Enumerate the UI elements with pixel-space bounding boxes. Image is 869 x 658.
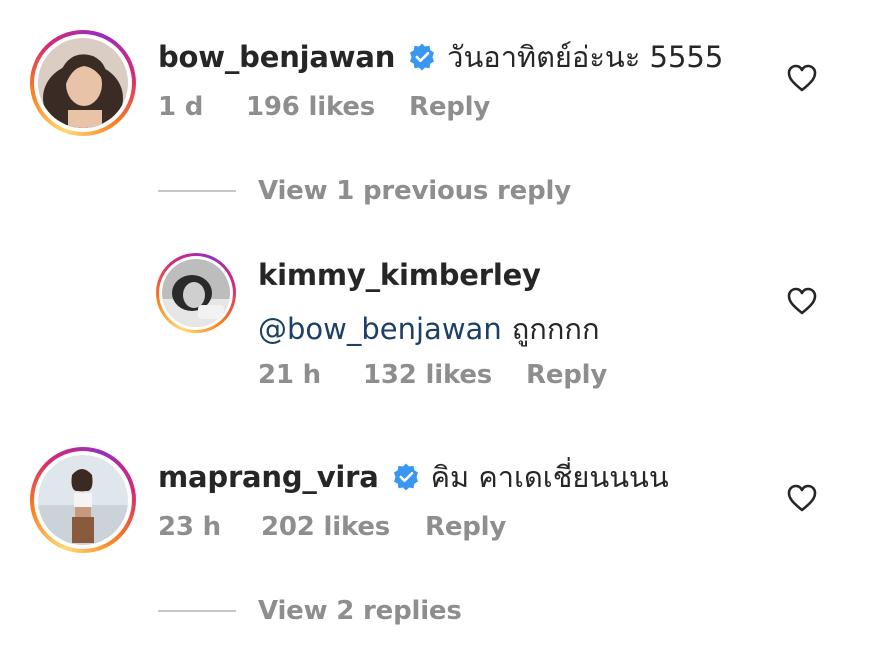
view-replies-label: View 2 replies [258, 596, 462, 626]
view-replies-button[interactable]: View 2 replies [158, 596, 462, 626]
comment-time: 23 h [158, 512, 221, 542]
view-previous-reply-button[interactable]: View 1 previous reply [158, 176, 571, 206]
comment-username[interactable]: maprang_vira [158, 460, 379, 494]
comment-username[interactable]: kimmy_kimberley [258, 258, 541, 292]
divider-line [158, 610, 236, 612]
avatar[interactable] [30, 30, 136, 136]
mention-link[interactable]: @bow_benjawan [258, 312, 502, 346]
likes-count[interactable]: 202 likes [261, 512, 390, 542]
comment-time: 21 h [258, 360, 321, 390]
comment-text: คิม คาเดเชี่ยนนนน [430, 460, 669, 494]
comment-time: 1 d [158, 92, 204, 122]
verified-badge-icon [393, 463, 418, 491]
comment-username[interactable]: bow_benjawan [158, 40, 395, 74]
avatar[interactable] [156, 253, 236, 333]
reply-button[interactable]: Reply [425, 512, 506, 542]
reply-button[interactable]: Reply [409, 92, 490, 122]
likes-count[interactable]: 132 likes [363, 360, 492, 390]
verified-badge-icon [410, 43, 435, 71]
view-previous-reply-label: View 1 previous reply [258, 176, 571, 206]
heart-outline-icon[interactable] [787, 64, 817, 92]
avatar[interactable] [30, 447, 136, 553]
comment-text: ถูกกกก [511, 312, 600, 346]
comment-text: วันอาทิตย์อ่ะนะ 5555 [447, 40, 724, 74]
divider-line [158, 190, 236, 192]
heart-outline-icon[interactable] [787, 287, 817, 315]
likes-count[interactable]: 196 likes [246, 92, 375, 122]
reply-button[interactable]: Reply [526, 360, 607, 390]
heart-outline-icon[interactable] [787, 484, 817, 512]
